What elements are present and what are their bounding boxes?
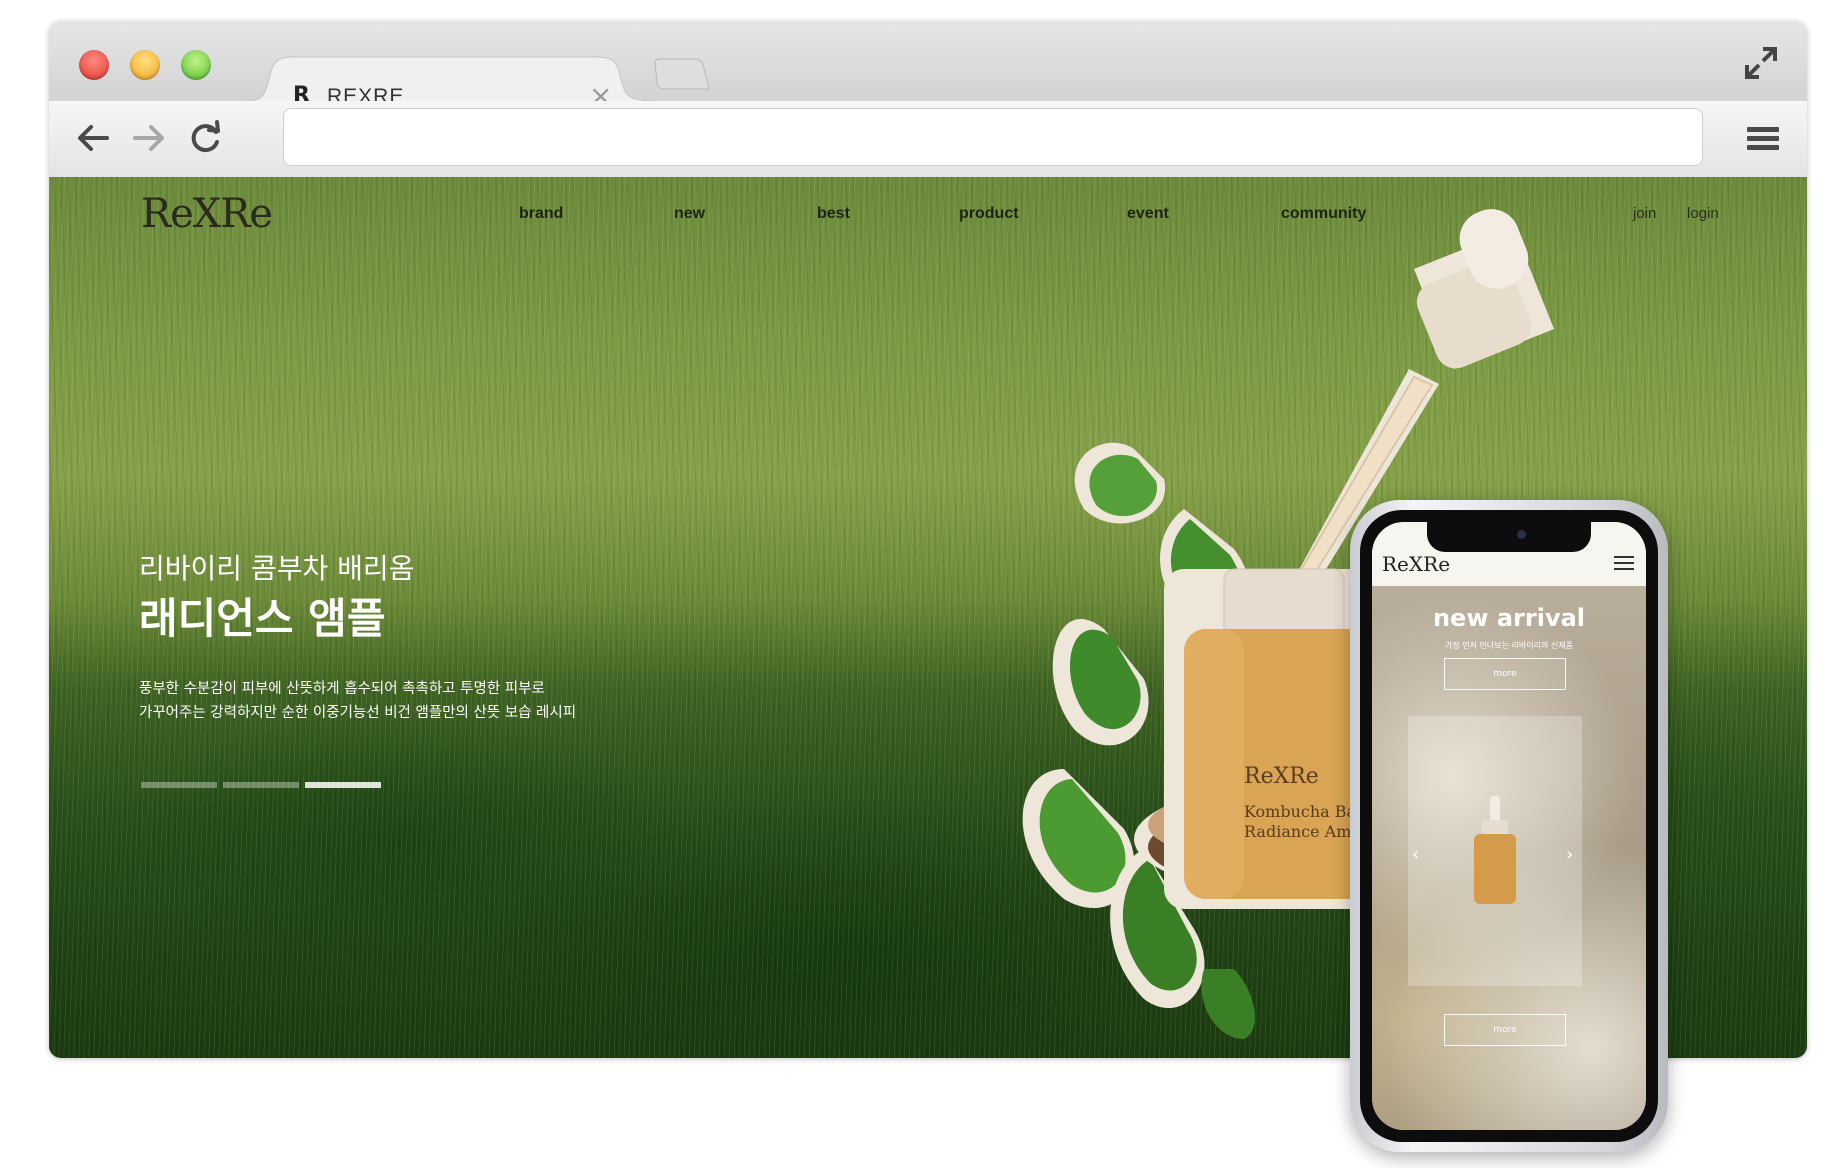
nav-brand[interactable]: brand xyxy=(519,205,563,223)
back-arrow-icon[interactable] xyxy=(73,118,113,158)
browser-toolbar xyxy=(49,101,1807,178)
hero-desc-line-2: 가꾸어주는 강력하지만 순한 이중기능선 비건 앰플만의 산뜻 보습 레시피 xyxy=(139,705,577,721)
phone-notch xyxy=(1427,522,1591,552)
zoom-window-button[interactable] xyxy=(181,50,211,80)
mobile-hamburger-icon[interactable] xyxy=(1614,556,1634,570)
nav-best[interactable]: best xyxy=(817,205,850,223)
mobile-logo[interactable]: ReXRe xyxy=(1382,552,1450,576)
mobile-subtitle: 가장 먼저 만나보는 리바이리의 신제품 xyxy=(1445,641,1573,650)
tab-bar: R REXRE × xyxy=(49,21,1807,121)
forward-arrow-icon[interactable] xyxy=(129,118,169,158)
address-bar[interactable] xyxy=(283,108,1703,166)
slider-dot-2[interactable] xyxy=(223,782,299,788)
fullscreen-icon[interactable] xyxy=(1741,43,1781,83)
bottle-brand-label: ReXRe xyxy=(1244,764,1319,789)
site-logo[interactable]: ReXRe xyxy=(141,191,273,237)
camera-icon xyxy=(1517,530,1526,539)
close-window-button[interactable] xyxy=(79,50,109,80)
slider-dot-3[interactable] xyxy=(305,782,381,788)
mobile-title: new arrival xyxy=(1432,604,1586,632)
mobile-next-arrow[interactable]: › xyxy=(1566,844,1573,865)
hero-description: 풍부한 수분감이 피부에 산뜻하게 흡수되어 촉촉하고 투명한 피부로 가꾸어주… xyxy=(139,677,576,725)
hamburger-menu-icon[interactable] xyxy=(1745,121,1781,157)
minimize-window-button[interactable] xyxy=(130,50,160,80)
mobile-mockup: ReXRe new arrival 가장 먼저 만나보는 리바이리의 신제품 m… xyxy=(1350,500,1668,1152)
hero-title: 래디언스 앰플 xyxy=(139,594,386,643)
mobile-bottle-icon xyxy=(1474,796,1516,904)
mobile-product-card xyxy=(1408,716,1582,986)
mobile-more-button-top[interactable]: more xyxy=(1444,658,1566,690)
phone-bezel: ReXRe new arrival 가장 먼저 만나보는 리바이리의 신제품 m… xyxy=(1360,510,1658,1142)
slider-dot-1[interactable] xyxy=(141,782,217,788)
mobile-more-button-bottom[interactable]: more xyxy=(1444,1014,1566,1046)
hero-desc-line-1: 풍부한 수분감이 피부에 산뜻하게 흡수되어 촉촉하고 투명한 피부로 xyxy=(139,681,545,697)
hero-subtitle: 리바이리 콤부차 배리옴 xyxy=(139,552,415,585)
mobile-prev-arrow[interactable]: ‹ xyxy=(1412,844,1419,865)
mobile-hero: new arrival 가장 먼저 만나보는 리바이리의 신제품 more ‹ … xyxy=(1372,586,1646,1130)
reload-icon[interactable] xyxy=(185,118,225,158)
new-tab-button[interactable] xyxy=(651,57,713,93)
phone-screen: ReXRe new arrival 가장 먼저 만나보는 리바이리의 신제품 m… xyxy=(1372,522,1646,1130)
nav-new[interactable]: new xyxy=(674,205,705,223)
